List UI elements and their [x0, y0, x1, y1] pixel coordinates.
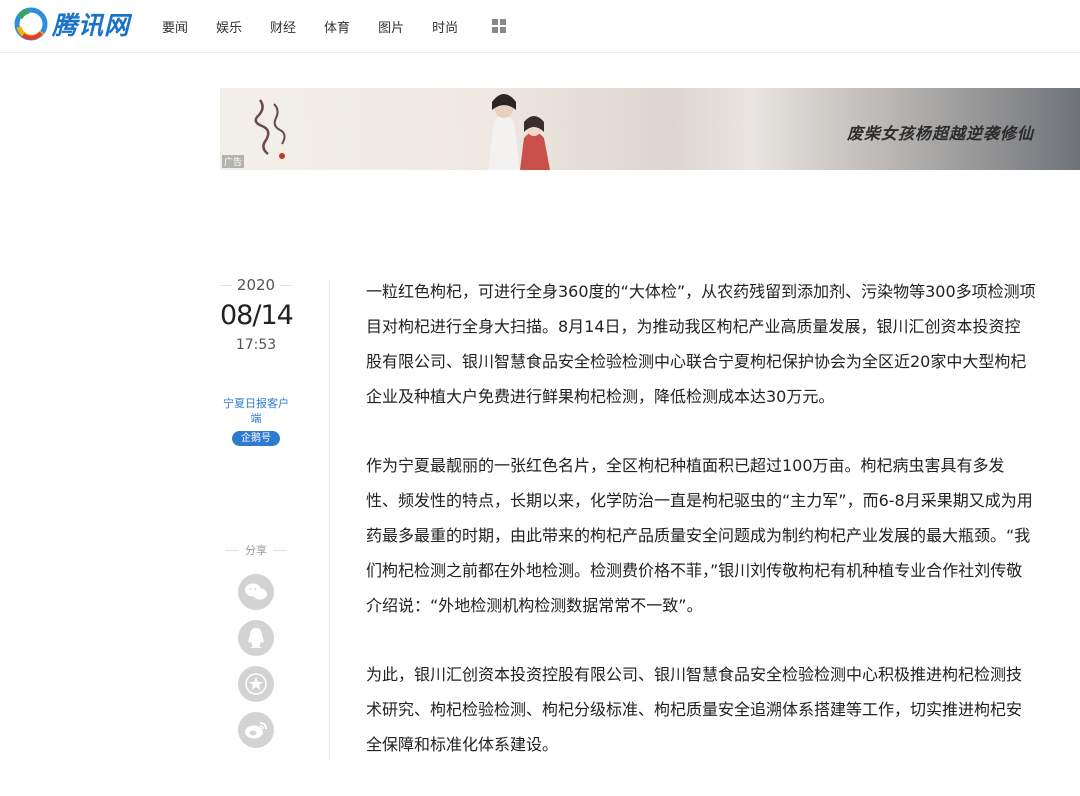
share-wechat-button[interactable]: [238, 574, 274, 610]
article-paragraph: 为此，银川汇创资本投资控股有限公司、银川智慧食品安全检验检测中心积极推进枸杞检测…: [366, 665, 1023, 754]
banner-ad[interactable]: 废柴女孩杨超越逆袭修仙 广告: [220, 88, 1080, 170]
grid-icon[interactable]: [492, 19, 507, 33]
banner-tagline: 废柴女孩杨超越逆袭修仙: [846, 124, 1034, 143]
share-weibo-button[interactable]: [238, 712, 274, 748]
divider: [220, 284, 232, 286]
nav-item-news[interactable]: 要闻: [162, 17, 188, 36]
banner-characters-image: [488, 94, 550, 170]
favorite-icon: [245, 673, 267, 695]
article-paragraph: 一粒红色枸杞，可进行全身360度的“大体检”，从农药残留到添加剂、污染物等300…: [366, 282, 1036, 406]
article-body: 一粒红色枸杞，可进行全身360度的“大体检”，从农药残留到添加剂、污染物等300…: [366, 274, 1036, 796]
site-logo[interactable]: 腾讯网: [14, 6, 130, 42]
nav-item-fashion[interactable]: 时尚: [432, 17, 458, 36]
source-badge[interactable]: 企鹅号: [232, 431, 280, 446]
share-label: 分享: [245, 544, 267, 557]
divider: [225, 549, 239, 551]
column-divider: [329, 280, 330, 760]
article-meta: 2020 08/14 17:53: [220, 276, 294, 353]
weibo-icon: [245, 722, 267, 739]
divider: [280, 284, 292, 286]
ad-label: 广告: [222, 155, 245, 168]
article-paragraph: 作为宁夏最靓丽的一张红色名片，全区枸杞种植面积已超过100万亩。枸杞病虫害具有多…: [366, 456, 1033, 615]
calligraphy-logo-icon: [254, 99, 286, 159]
qq-icon: [248, 628, 264, 648]
logo-text: 腾讯网: [52, 11, 131, 40]
publish-time: 17:53: [235, 337, 277, 353]
nav-item-entertainment[interactable]: 娱乐: [216, 17, 242, 36]
nav-item-finance[interactable]: 财经: [270, 17, 296, 36]
nav-item-pictures[interactable]: 图片: [378, 17, 404, 36]
source-link[interactable]: 宁夏日报客户端: [220, 396, 292, 426]
main-nav: 要闻 娱乐 财经 体育 图片 时尚: [162, 0, 507, 52]
top-header: 腾讯网 要闻 娱乐 财经 体育 图片 时尚: [0, 0, 1080, 53]
share-qq-button[interactable]: [238, 620, 274, 656]
divider: [273, 549, 287, 551]
share-favorite-button[interactable]: [238, 666, 274, 702]
tencent-logo-icon: [14, 7, 48, 41]
publish-year: 2020: [236, 276, 276, 294]
publish-date: 08/14: [220, 300, 294, 331]
wechat-icon: [245, 583, 267, 600]
nav-item-sports[interactable]: 体育: [324, 17, 350, 36]
share-header: 分享: [220, 542, 292, 558]
